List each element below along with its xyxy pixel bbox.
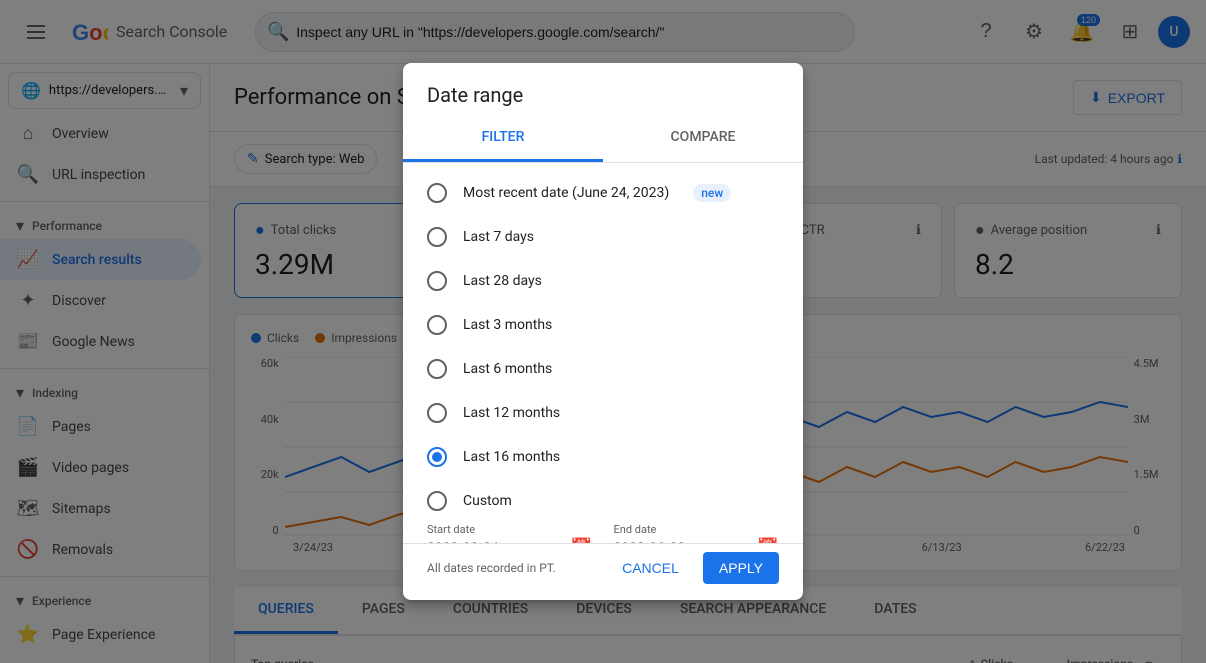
dialog-tab-compare[interactable]: COMPARE: [603, 115, 803, 162]
radio-label-28-days: Last 28 days: [463, 273, 542, 289]
date-inputs: Start date 📅 - End date 📅: [403, 523, 803, 543]
end-calendar-icon[interactable]: 📅: [757, 537, 779, 543]
start-calendar-icon[interactable]: 📅: [570, 537, 592, 543]
radio-badge-new: new: [693, 184, 731, 202]
radio-circle-16-months: [427, 447, 447, 467]
footer-note: All dates recorded in PT.: [427, 561, 556, 575]
radio-label-6-months: Last 6 months: [463, 361, 552, 377]
dialog-title: Date range: [403, 63, 803, 115]
radio-label-most-recent: Most recent date (June 24, 2023): [463, 185, 669, 201]
date-range-dialog: Date range FILTER COMPARE Most recent da…: [403, 63, 803, 600]
radio-label-7-days: Last 7 days: [463, 229, 534, 245]
cancel-button[interactable]: CANCEL: [606, 552, 695, 584]
radio-label-custom: Custom: [463, 493, 512, 509]
radio-circle-28-days: [427, 271, 447, 291]
radio-option-7-days[interactable]: Last 7 days: [403, 215, 803, 259]
radio-label-12-months: Last 12 months: [463, 405, 560, 421]
radio-circle-custom: [427, 491, 447, 511]
radio-circle-3-months: [427, 315, 447, 335]
end-date-label: End date: [614, 523, 657, 536]
date-separator: -: [601, 541, 606, 543]
radio-option-3-months[interactable]: Last 3 months: [403, 303, 803, 347]
radio-option-28-days[interactable]: Last 28 days: [403, 259, 803, 303]
radio-option-16-months[interactable]: Last 16 months: [403, 435, 803, 479]
dialog-footer: All dates recorded in PT. CANCEL APPLY: [403, 543, 803, 600]
radio-label-3-months: Last 3 months: [463, 317, 552, 333]
dialog-footer-buttons: CANCEL APPLY: [606, 552, 779, 584]
dialog-body: Most recent date (June 24, 2023) new Las…: [403, 163, 803, 543]
radio-option-12-months[interactable]: Last 12 months: [403, 391, 803, 435]
radio-circle-6-months: [427, 359, 447, 379]
dialog-overlay[interactable]: Date range FILTER COMPARE Most recent da…: [0, 0, 1206, 663]
apply-button[interactable]: APPLY: [703, 552, 779, 584]
end-date-wrap: End date 📅: [614, 531, 780, 543]
dialog-tabs: FILTER COMPARE: [403, 115, 803, 163]
start-date-wrap: Start date 📅: [427, 531, 593, 543]
start-date-label: Start date: [427, 523, 475, 536]
radio-circle-7-days: [427, 227, 447, 247]
dialog-tab-filter[interactable]: FILTER: [403, 115, 603, 162]
radio-option-most-recent[interactable]: Most recent date (June 24, 2023) new: [403, 171, 803, 215]
radio-option-6-months[interactable]: Last 6 months: [403, 347, 803, 391]
radio-circle-most-recent: [427, 183, 447, 203]
radio-label-16-months: Last 16 months: [463, 449, 560, 465]
radio-circle-12-months: [427, 403, 447, 423]
radio-option-custom[interactable]: Custom: [403, 479, 803, 523]
